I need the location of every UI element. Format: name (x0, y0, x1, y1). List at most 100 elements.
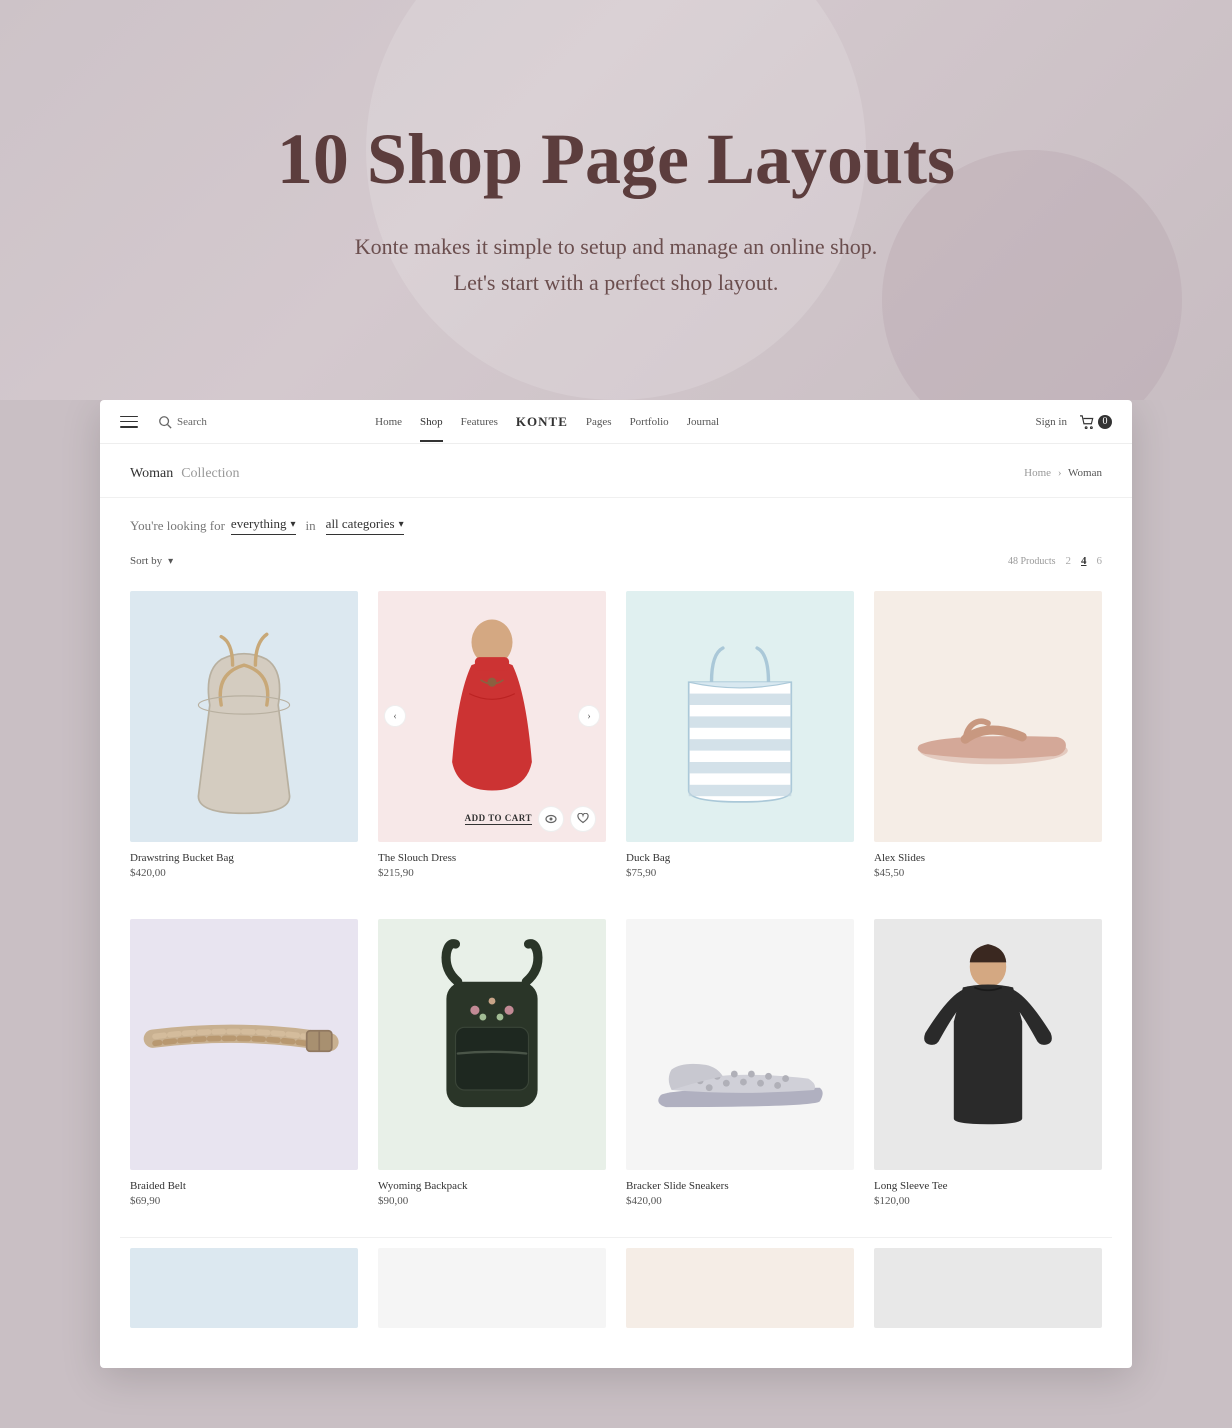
product-price: $215,90 (378, 867, 606, 879)
product-card (368, 1238, 616, 1348)
product-name: Wyoming Backpack (378, 1180, 606, 1192)
search-button[interactable]: Search (158, 415, 207, 429)
hero-section: 10 Shop Page Layouts Konte makes it simp… (0, 0, 1232, 400)
product-name: Braided Belt (130, 1180, 358, 1192)
product-card: Braided Belt $69,90 (120, 909, 368, 1217)
product-illustration (130, 919, 358, 1170)
product-name: Duck Bag (626, 852, 854, 864)
carousel-next-button[interactable]: › (578, 705, 600, 727)
page-collection: Collection (181, 466, 239, 481)
nav-link-home[interactable]: Home (375, 416, 402, 428)
hero-subtitle: Konte makes it simple to setup and manag… (355, 229, 877, 299)
cart-button[interactable]: 0 (1079, 415, 1112, 429)
search-icon (158, 415, 172, 429)
product-price: $69,90 (130, 1195, 358, 1207)
menu-icon[interactable] (120, 416, 138, 428)
product-name: Bracker Slide Sneakers (626, 1180, 854, 1192)
product-card (616, 1238, 864, 1348)
sort-arrow-icon: ▾ (168, 556, 173, 567)
product-price: $75,90 (626, 867, 854, 879)
product-illustration (626, 919, 854, 1170)
cart-count: 0 (1098, 415, 1112, 429)
filter-looking-for-label: You're looking for (130, 518, 225, 534)
sort-by-label: Sort by (130, 555, 162, 567)
product-image (378, 919, 606, 1170)
product-image (130, 919, 358, 1170)
nav-actions: Sign in 0 (1035, 415, 1111, 429)
product-image (626, 1248, 854, 1328)
categories-dropdown[interactable]: all categories ▾ (326, 516, 404, 535)
product-illustration (378, 591, 606, 842)
nav-link-features[interactable]: Features (461, 416, 498, 428)
product-illustration (874, 591, 1102, 842)
nav-link-shop[interactable]: Shop (420, 416, 443, 428)
page-header: Woman Collection Home › Woman (100, 444, 1132, 498)
sort-row: Sort by ▾ 48 Products 2 4 6 (100, 547, 1132, 581)
quick-view-button[interactable] (538, 806, 564, 832)
product-card: Duck Bag $75,90 (616, 581, 864, 889)
breadcrumb: Home › Woman (1024, 467, 1102, 479)
product-image (130, 1248, 358, 1328)
cart-icon (1079, 415, 1095, 429)
product-image (378, 1248, 606, 1328)
page-title-section: Woman Collection (130, 464, 240, 482)
product-image (874, 591, 1102, 842)
products-count-section: 48 Products 2 4 6 (1008, 555, 1102, 567)
grid-option-2[interactable]: 2 (1066, 555, 1072, 567)
product-card: Long Sleeve Tee $120,00 (864, 909, 1112, 1217)
nav-link-journal[interactable]: Journal (687, 416, 719, 428)
product-card: Wyoming Backpack $90,00 (368, 909, 616, 1217)
product-illustration (130, 591, 358, 842)
products-grid: Drawstring Bucket Bag $420,00 ‹ › (100, 581, 1132, 909)
filter-row: You're looking for everything ▾ in all c… (100, 498, 1132, 547)
page-title: Woman (130, 466, 173, 481)
product-price: $90,00 (378, 1195, 606, 1207)
product-image (874, 919, 1102, 1170)
product-name: Drawstring Bucket Bag (130, 852, 358, 864)
filter-in-label: in (306, 518, 316, 534)
products-count: 48 Products (1008, 556, 1056, 567)
sign-in-button[interactable]: Sign in (1035, 416, 1066, 428)
product-illustration (378, 919, 606, 1170)
product-price: $420,00 (626, 1195, 854, 1207)
product-actions: ADD TO CART (465, 806, 596, 832)
shop-preview: Search Home Shop Features KONTE Pages Po… (100, 400, 1132, 1368)
product-card: ‹ › ADD TO CART (368, 581, 616, 889)
heart-icon (577, 813, 589, 824)
product-name: Alex Slides (874, 852, 1102, 864)
everything-dropdown[interactable]: everything ▾ (231, 516, 296, 535)
product-image (874, 1248, 1102, 1328)
nav-link-pages[interactable]: Pages (586, 416, 612, 428)
breadcrumb-separator: › (1058, 467, 1062, 479)
sort-by-dropdown[interactable]: Sort by ▾ (130, 555, 173, 567)
carousel-prev-button[interactable]: ‹ (384, 705, 406, 727)
shop-preview-wrapper: Search Home Shop Features KONTE Pages Po… (0, 400, 1232, 1428)
nav-link-portfolio[interactable]: Portfolio (630, 416, 669, 428)
product-image (626, 591, 854, 842)
breadcrumb-home[interactable]: Home (1024, 467, 1051, 479)
product-card: Alex Slides $45,50 (864, 581, 1112, 889)
product-card: Bracker Slide Sneakers $420,00 (616, 909, 864, 1217)
grid-option-6[interactable]: 6 (1097, 555, 1103, 567)
hero-title: 10 Shop Page Layouts (277, 120, 955, 199)
products-grid-row2: Braided Belt $69,90 (100, 909, 1132, 1237)
product-illustration (626, 591, 854, 842)
nav-brand[interactable]: KONTE (516, 414, 568, 430)
product-price: $45,50 (874, 867, 1102, 879)
nav-links: Home Shop Features KONTE Pages Portfolio… (375, 414, 719, 430)
product-image (626, 919, 854, 1170)
product-name: The Slouch Dress (378, 852, 606, 864)
products-grid-row3 (100, 1238, 1132, 1368)
product-card (120, 1238, 368, 1348)
grid-option-4[interactable]: 4 (1081, 555, 1087, 567)
product-image (130, 591, 358, 842)
add-to-cart-button[interactable]: ADD TO CART (465, 813, 532, 825)
product-price: $420,00 (130, 867, 358, 879)
everything-dropdown-arrow: ▾ (291, 519, 296, 530)
product-image: ‹ › ADD TO CART (378, 591, 606, 842)
categories-dropdown-arrow: ▾ (399, 519, 404, 530)
product-name: Long Sleeve Tee (874, 1180, 1102, 1192)
wishlist-button[interactable] (570, 806, 596, 832)
search-label: Search (177, 416, 207, 428)
product-illustration (874, 919, 1102, 1170)
